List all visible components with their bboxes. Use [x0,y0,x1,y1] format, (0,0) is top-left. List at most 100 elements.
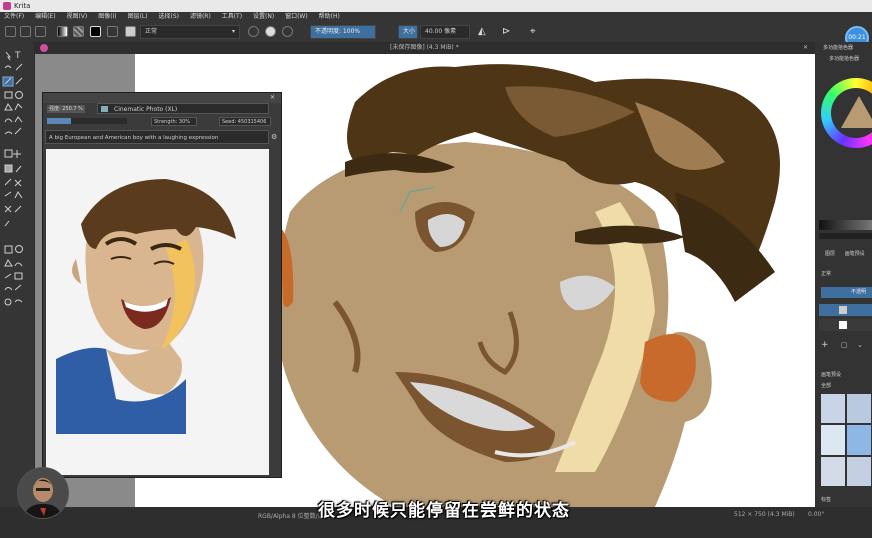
brush-presets-label: 画笔预设 [821,372,842,378]
menu-image[interactable]: 图像(I) [98,12,116,22]
color-panel-header: 多功能拾色器 [823,45,854,51]
menu-settings[interactable]: 设置(N) [253,12,274,22]
tab-layers[interactable]: 图层 [825,251,835,257]
size-label-box: 大小 [398,25,418,39]
brush-preset-4[interactable] [847,425,871,455]
calligraphy-icon [15,63,23,71]
blend-mode-select[interactable]: 正常 ▾ [140,25,240,39]
close-document-icon[interactable]: ✕ [803,42,808,54]
enclose-fill-icon [14,191,23,199]
chevron-down-icon[interactable]: ⌄ [857,341,863,349]
document-icon [40,44,48,52]
document-tab-bar: [未保存图像] (4.3 MiB) * ✕ [35,42,815,54]
prompt-input[interactable]: A big European and American boy with a l… [45,130,269,144]
bezier-icon [4,118,13,123]
menu-layer[interactable]: 图层(L) [128,12,148,22]
eraser-mode-icon[interactable] [248,26,259,37]
new-document-icon[interactable] [5,26,16,37]
layers-tab-bar: 图层 画笔预设 [815,250,872,258]
color-picker-icon [15,165,22,173]
move-icon [13,150,21,158]
size-value: 40.00 像素 [425,28,457,35]
menu-bar: 文件(F) 编辑(E) 视图(V) 图像(I) 图层(L) 选择(S) 滤镜(R… [0,12,872,22]
color-wheel[interactable] [821,78,872,148]
rect-select-icon [4,245,13,254]
size-input[interactable]: 40.00 像素 [420,25,470,39]
strength-slider[interactable] [47,118,127,124]
brush-preset-1[interactable] [821,394,845,424]
layer-thumbnail [839,306,847,314]
menu-view[interactable]: 视图(V) [66,12,87,22]
wrap-around-icon[interactable]: ⌖ [530,26,536,37]
gradient-icon [4,164,13,173]
ellipse-icon [15,91,23,99]
image-dimensions: 512 × 750 (4.3 MiB) [734,511,795,518]
value-slider[interactable] [819,233,872,239]
dynamic-brush-icon [4,131,13,135]
window-title: Krita [14,2,31,10]
document-tab-title[interactable]: [未保存图像] (4.3 MiB) * [390,42,459,54]
layer-blend-mode[interactable]: 正常 [821,270,831,277]
presenter-avatar [17,467,69,519]
brush-filter[interactable]: 全部 [821,382,831,389]
line-icon [15,77,23,85]
toolbox-icons: T [2,51,23,306]
menu-edit[interactable]: 编辑(E) [35,12,55,22]
swap-colors-icon[interactable] [107,26,118,37]
reload-preset-icon[interactable] [282,26,293,37]
brush-preset-3[interactable] [821,425,845,455]
reference-images-icon [4,220,10,227]
rotation-value: 0.00° [808,511,825,518]
bezier-select-icon [4,287,13,291]
gradient-swatch[interactable] [57,26,68,37]
brush-preset-2[interactable] [847,394,871,424]
ai-panel-close-icon[interactable]: ✕ [270,93,275,103]
ellipse-select-icon [15,245,23,253]
layer-opacity-button[interactable]: 不透明 [821,287,872,298]
colorize-mask-icon [4,178,12,186]
svg-text:T: T [14,51,21,61]
menu-filter[interactable]: 滤镜(R) [190,12,211,22]
model-select[interactable]: Cinematic Photo (XL) [97,103,269,114]
foreground-color-swatch[interactable] [90,26,101,37]
opacity-slider[interactable]: 不透明度: 100% [310,25,376,39]
model-thumbnail-icon [101,106,108,112]
preview-image[interactable] [46,149,269,475]
chevron-down-icon: ▾ [231,28,235,35]
tool-options-bar: 正常 ▾ 不透明度: 100% 大小 40.00 像素 ◭ ⊳ ⌖ [0,22,872,43]
generate-icon[interactable]: ⚙ [271,133,277,141]
video-subtitle: 很多时候只能停留在尝鲜的状态 [318,501,570,521]
preserve-alpha-icon[interactable] [265,26,276,37]
select-shapes-icon [5,51,12,61]
menu-select[interactable]: 选择(S) [159,12,180,22]
krita-logo-icon [3,2,11,10]
size-label: 大小 [403,28,416,35]
open-document-icon[interactable] [20,26,31,37]
brush-tag-search[interactable]: 标签 [821,496,831,503]
menu-tools[interactable]: 工具(T) [222,12,242,22]
rectangle-icon [4,91,13,99]
save-document-icon[interactable] [35,26,46,37]
duplicate-layer-icon[interactable]: ▢ [841,341,848,349]
contiguous-select-icon [4,273,12,279]
color-history-bar[interactable] [819,220,872,230]
mirror-vertical-icon[interactable]: ⊳ [502,26,510,37]
pattern-swatch[interactable] [73,26,84,37]
layer-row[interactable] [819,319,872,331]
strength-field[interactable]: Strength: 30% [151,117,197,126]
brush-preset-icon[interactable] [125,26,136,37]
menu-help[interactable]: 帮助(H) [319,12,340,22]
tab-brush-presets[interactable]: 画笔预设 [845,251,865,257]
add-layer-icon[interactable]: + [821,340,829,350]
brush-preset-grid [821,394,872,486]
layer-row-active[interactable] [819,304,872,316]
mirror-horizontal-icon[interactable]: ◭ [478,26,486,37]
layer-thumbnail-background [839,321,847,329]
menu-file[interactable]: 文件(F) [4,12,24,22]
opacity-label: 不透明度: 100% [315,28,361,35]
strength-slider-fill [47,118,71,124]
brush-preset-6[interactable] [847,456,871,486]
menu-window[interactable]: 窗口(W) [285,12,308,22]
seed-field[interactable]: Seed: 450315406 [219,117,271,126]
brush-preset-5[interactable] [821,456,845,486]
